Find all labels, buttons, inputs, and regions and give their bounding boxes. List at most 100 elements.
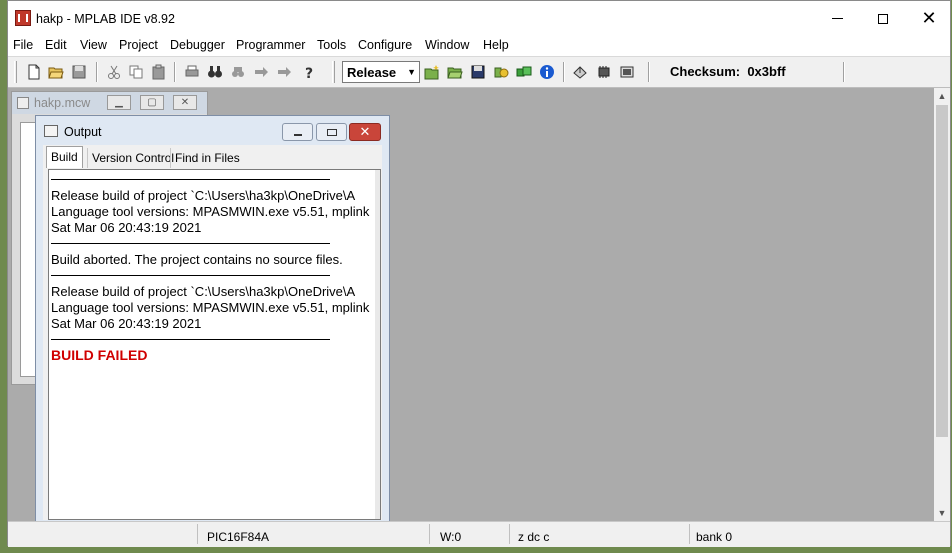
cut-icon[interactable] [105, 63, 123, 81]
program-device-icon[interactable] [571, 63, 589, 81]
output-window-title: Output [64, 125, 102, 139]
build-log[interactable]: Release build of project `C:\Users\ha3kp… [48, 169, 381, 520]
output-window[interactable]: Output ✕ Build Version Control Find in F… [35, 115, 390, 525]
open-project-icon[interactable] [446, 63, 464, 81]
open-folder-icon[interactable] [47, 63, 65, 81]
toolbar-separator [96, 62, 98, 82]
output-maximize-button[interactable] [316, 123, 347, 141]
menu-debugger[interactable]: Debugger [170, 38, 225, 52]
copy-icon[interactable] [127, 63, 145, 81]
find-in-files-icon[interactable] [229, 63, 247, 81]
minimize-icon [293, 134, 302, 136]
menu-edit[interactable]: Edit [45, 38, 67, 52]
output-window-titlebar[interactable]: Output ✕ [36, 116, 389, 145]
mdi-workspace: hakp.mcw ▁ ▢ ✕ Output ✕ Build Version Co… [8, 88, 934, 525]
build-config-select[interactable]: Release ▼ [342, 61, 420, 83]
log-line: Build aborted. The project contains no s… [51, 252, 343, 267]
log-line: Sat Mar 06 20:43:19 2021 [51, 316, 202, 331]
build-config-value: Release [347, 65, 397, 80]
mdi-vertical-scrollbar[interactable]: ▲ ▼ [934, 88, 950, 521]
status-cell [430, 524, 510, 544]
find-binoculars-icon[interactable] [206, 63, 224, 81]
project-settings-icon[interactable] [492, 63, 510, 81]
scroll-down-icon[interactable]: ▼ [934, 505, 950, 521]
scrollbar-thumb[interactable] [936, 105, 948, 437]
forward-arrow-icon[interactable] [275, 63, 293, 81]
toolbar-separator [648, 62, 650, 82]
maximize-icon [326, 128, 337, 136]
checksum-value: 0x3bff [747, 64, 786, 79]
svg-text:?: ? [305, 66, 313, 80]
toolbar-grip[interactable] [332, 61, 335, 83]
log-separator [51, 339, 330, 340]
tab-find-in-files[interactable]: Find in Files [170, 148, 244, 168]
close-button[interactable]: ✕ [906, 1, 952, 36]
output-minimize-button[interactable] [282, 123, 313, 141]
save-icon[interactable] [70, 63, 88, 81]
build-result: BUILD FAILED [51, 347, 148, 363]
status-bank: bank 0 [696, 530, 733, 544]
menu-window[interactable]: Window [425, 38, 469, 52]
menu-bar: File Edit View Project Debugger Programm… [8, 36, 950, 56]
status-bar: PIC16F84A W:0 z dc c bank 0 [8, 521, 950, 547]
minimize-button[interactable] [814, 1, 860, 36]
menu-file[interactable]: File [13, 38, 33, 52]
tab-build[interactable]: Build [46, 146, 83, 168]
workspace-window-titlebar[interactable]: hakp.mcw ▁ ▢ ✕ [12, 92, 207, 114]
info-icon[interactable] [538, 63, 556, 81]
toolbar-grip[interactable] [14, 61, 17, 83]
menu-programmer[interactable]: Programmer [236, 38, 305, 52]
chevron-down-icon: ▼ [407, 67, 416, 77]
log-line: Release build of project `C:\Users\ha3kp… [51, 188, 356, 203]
maximize-button[interactable] [860, 1, 906, 36]
toolbar: ? Release ▼ Checksum: 0x3bff [8, 56, 950, 88]
toolbar-separator [843, 62, 845, 82]
close-icon: ✕ [359, 124, 371, 140]
status-cell [8, 524, 198, 544]
menu-project[interactable]: Project [119, 38, 158, 52]
workspace-window-title: hakp.mcw [34, 96, 91, 110]
minimize-icon [831, 18, 843, 19]
chip-icon[interactable] [595, 63, 613, 81]
status-cell [510, 524, 690, 544]
print-icon[interactable] [183, 63, 201, 81]
log-separator [51, 275, 330, 276]
workspace-maximize-button[interactable]: ▢ [140, 95, 164, 110]
log-line: Sat Mar 06 20:43:19 2021 [51, 220, 202, 235]
menu-help[interactable]: Help [483, 38, 509, 52]
close-icon: ✕ [921, 7, 937, 29]
window-title: hakp - MPLAB IDE v8.92 [36, 12, 175, 26]
menu-view[interactable]: View [80, 38, 107, 52]
tab-version-control[interactable]: Version Control [87, 148, 178, 168]
log-line: Release build of project `C:\Users\ha3kp… [51, 284, 356, 299]
toolbar-separator [174, 62, 176, 82]
checksum-readout: Checksum: 0x3bff [670, 64, 786, 79]
menu-tools[interactable]: Tools [317, 38, 346, 52]
back-arrow-icon[interactable] [252, 63, 270, 81]
paste-icon[interactable] [150, 63, 168, 81]
checksum-label: Checksum: [670, 64, 741, 79]
build-project-icon[interactable] [515, 63, 533, 81]
workspace-close-button[interactable]: ✕ [173, 95, 197, 110]
toolbar-separator [563, 62, 565, 82]
save-project-icon[interactable] [469, 63, 487, 81]
status-cell [198, 524, 430, 544]
workspace-icon [17, 97, 29, 109]
output-window-icon [44, 125, 58, 137]
maximize-icon [878, 13, 888, 24]
output-window-body: Build Version Control Find in Files Rele… [43, 145, 382, 520]
log-scrollbar[interactable] [375, 170, 380, 519]
title-bar[interactable]: hakp - MPLAB IDE v8.92 ✕ [8, 1, 950, 36]
memory-window-icon[interactable] [618, 63, 636, 81]
menu-configure[interactable]: Configure [358, 38, 412, 52]
output-close-button[interactable]: ✕ [349, 123, 381, 141]
workspace-minimize-button[interactable]: ▁ [107, 95, 131, 110]
new-file-icon[interactable] [25, 63, 43, 81]
help-icon[interactable]: ? [300, 63, 318, 81]
log-separator [51, 243, 330, 244]
new-project-icon[interactable] [423, 63, 441, 81]
mplab-window: hakp - MPLAB IDE v8.92 ✕ File Edit View … [7, 0, 951, 547]
log-line: Language tool versions: MPASMWIN.exe v5.… [51, 300, 370, 315]
scroll-up-icon[interactable]: ▲ [934, 88, 950, 104]
log-line: Language tool versions: MPASMWIN.exe v5.… [51, 204, 370, 219]
